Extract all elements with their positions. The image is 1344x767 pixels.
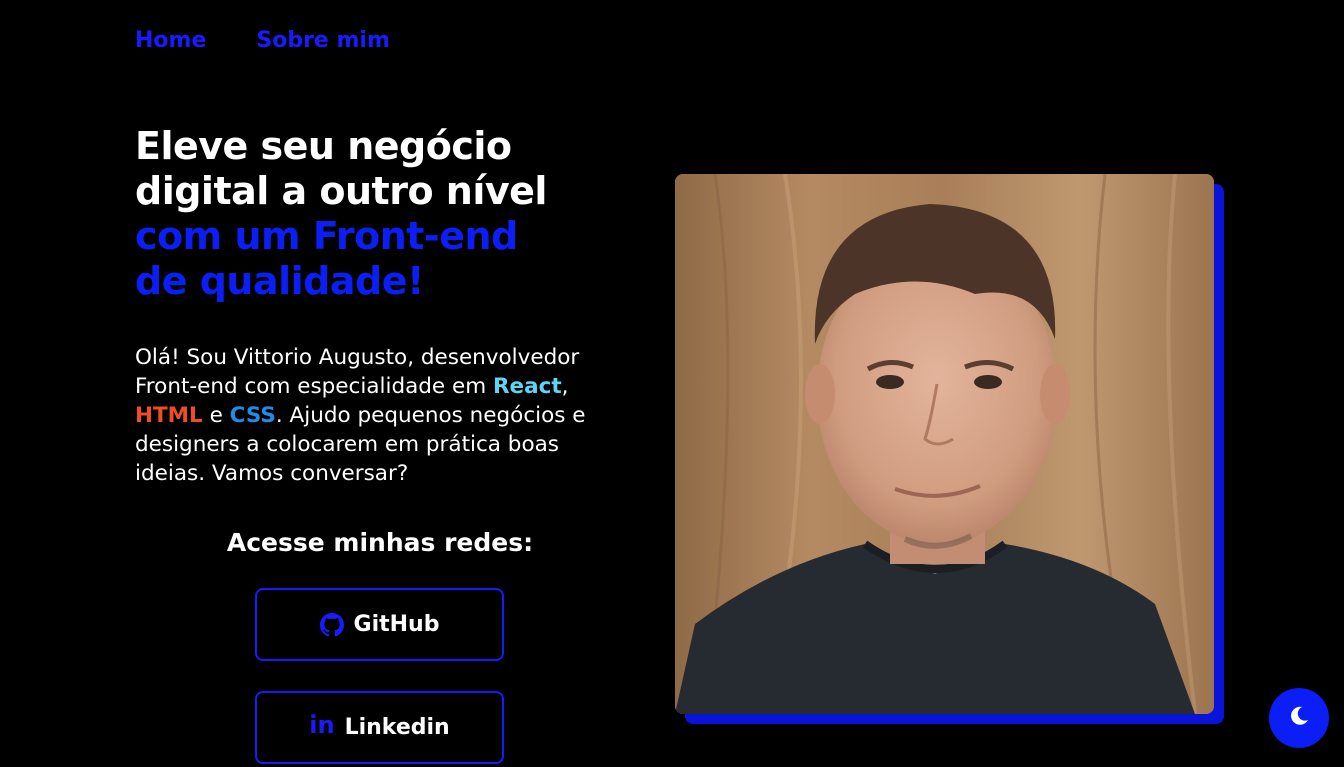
react-highlight: React [492, 374, 562, 399]
intro-paragraph: Olá! Sou Vittorio Augusto, desenvolvedor… [135, 343, 635, 488]
github-label: GitHub [353, 612, 440, 637]
nav-home-link[interactable]: Home [135, 28, 206, 53]
hero-title: Eleve seu negócio digital a outro nível … [135, 124, 655, 304]
hero-line-1: Eleve seu negócio [135, 124, 512, 168]
github-button[interactable]: GitHub [255, 588, 504, 661]
main-nav: Home Sobre mim [135, 28, 390, 53]
moon-icon [1287, 704, 1311, 733]
intro-and: e [202, 403, 230, 428]
linkedin-icon: in [309, 710, 335, 739]
profile-photo-frame [675, 174, 1224, 724]
socials-title: Acesse minhas redes: [226, 528, 534, 557]
hero-line-3: com um Front-end [135, 214, 518, 258]
intro-comma: , [561, 374, 569, 399]
github-icon [319, 612, 344, 637]
linkedin-label: Linkedin [344, 715, 450, 740]
hero-line-4: de qualidade! [135, 259, 424, 303]
hero-line-2: digital a outro nível [135, 169, 547, 213]
nav-about-link[interactable]: Sobre mim [256, 28, 390, 53]
theme-toggle-button[interactable] [1269, 688, 1329, 748]
css-highlight: CSS [229, 403, 276, 428]
linkedin-button[interactable]: in Linkedin [255, 691, 504, 764]
html-highlight: HTML [135, 403, 203, 428]
profile-photo [675, 174, 1214, 714]
